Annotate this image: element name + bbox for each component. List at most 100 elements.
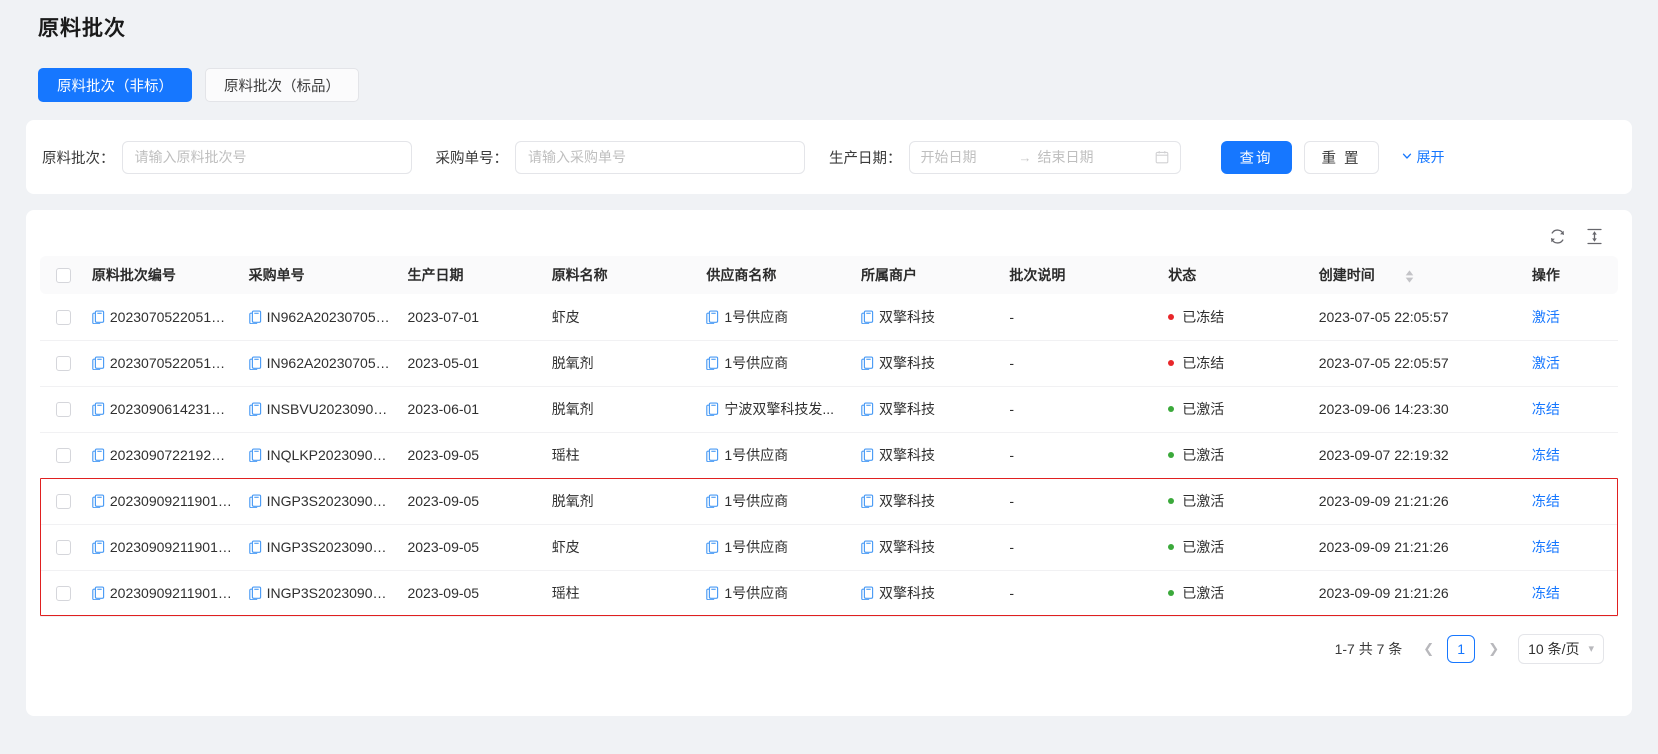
copy-icon[interactable] [92,448,105,462]
copy-icon[interactable] [861,402,874,416]
cell-merchant: 双擎科技 [853,478,1002,525]
table-row[interactable]: 20230909211901H... INGP3S202309092... 2023… [40,524,1618,571]
row-checkbox[interactable] [56,402,71,418]
copy-icon[interactable] [92,494,105,508]
row-action-link[interactable]: 冻结 [1532,401,1560,417]
copy-icon[interactable] [248,310,262,324]
row-action-link[interactable]: 冻结 [1532,493,1560,509]
expand-filters-toggle[interactable]: 展开 [1401,147,1445,167]
supplier-name-text: 1号供应商 [724,585,789,601]
search-button[interactable]: 查询 [1220,140,1292,174]
merchant-text: 双擎科技 [879,539,935,555]
refresh-icon[interactable] [1548,227,1567,246]
page-size-select[interactable]: 10 条/页 ▾ [1518,633,1604,664]
supplier-name-text: 宁波双擎科技发... [724,401,835,417]
cell-material-name: 脱氧剂 [543,478,699,525]
status-label: 已激活 [1182,493,1225,509]
row-height-icon[interactable] [1585,227,1604,246]
copy-icon[interactable] [248,494,262,508]
copy-icon[interactable] [706,356,719,370]
cell-status: 已冻结 [1160,340,1311,387]
table-row[interactable]: 20230907221925T... INQLKP202309072... 2023… [40,432,1618,479]
copy-icon[interactable] [248,402,262,416]
copy-icon[interactable] [861,448,874,462]
copy-icon[interactable] [861,310,874,324]
copy-icon[interactable] [92,310,105,324]
cell-actions: 冻结 [1523,386,1618,433]
row-action-link[interactable]: 激活 [1532,309,1560,325]
copy-icon[interactable] [706,448,719,462]
copy-icon[interactable] [861,586,874,600]
copy-icon[interactable] [248,540,262,554]
row-checkbox[interactable] [56,586,71,602]
table-row[interactable]: 20230909211901J... INGP3S202309092... 2023… [40,570,1618,617]
row-checkbox[interactable] [56,356,71,372]
copy-icon[interactable] [92,402,105,416]
copy-icon[interactable] [92,586,105,600]
row-checkbox[interactable] [56,540,71,556]
tab-raw-batch-standard[interactable]: 原料批次（标品） [205,68,359,102]
chevron-right-icon[interactable]: ❯ [1485,641,1502,657]
cell-material-name: 脱氧剂 [543,386,699,433]
tab-raw-batch-nonstandard[interactable]: 原料批次（非标） [38,68,192,102]
row-action-link[interactable]: 冻结 [1532,539,1560,555]
copy-icon[interactable] [706,310,719,324]
cell-batch-desc: - [1001,386,1161,433]
row-action-link[interactable]: 冻结 [1532,585,1560,601]
copy-icon[interactable] [706,402,719,416]
copy-icon[interactable] [248,586,262,600]
table-toolbar [40,210,1618,256]
table-row[interactable]: 20230909211901R... INGP3S202309092... 2023… [40,478,1618,525]
copy-icon[interactable] [861,494,874,508]
header-create-time[interactable]: 创建时间 [1310,256,1524,294]
table-row[interactable]: 202309061423170... INSBVU202309061... 2023… [40,386,1618,433]
copy-icon[interactable] [248,356,262,370]
supplier-name-text: 1号供应商 [724,308,789,325]
batch-input[interactable]: 请输入原料批次号 [121,140,412,174]
row-checkbox[interactable] [56,310,71,326]
cell-create-time: 2023-09-09 21:21:26 [1310,524,1524,571]
header-purchase-no: 采购单号 [240,256,400,294]
select-all-checkbox[interactable] [56,268,71,284]
copy-icon[interactable] [861,540,874,554]
copy-icon[interactable] [861,356,874,370]
supplier-name-text: 1号供应商 [724,447,789,463]
cell-actions: 冻结 [1523,524,1618,571]
copy-icon[interactable] [706,494,719,508]
purchase-input[interactable]: 请输入采购单号 [515,140,805,174]
prod-date-range-picker[interactable]: 开始日期 → 结束日期 [908,140,1181,174]
reset-button[interactable]: 重 置 [1303,140,1379,174]
batch-no-text: 202309061423170... [109,401,233,417]
cell-production-date: 2023-07-01 [399,294,544,341]
cell-merchant: 双擎科技 [853,294,1002,341]
date-end-input[interactable]: 结束日期 [1038,147,1130,167]
cell-create-time: 2023-09-09 21:21:26 [1310,478,1524,525]
cell-batch-desc: - [1001,524,1161,571]
copy-icon[interactable] [92,356,105,370]
cell-merchant: 双擎科技 [853,386,1002,433]
row-action-link[interactable]: 激活 [1532,355,1560,371]
date-start-input[interactable]: 开始日期 [921,147,1013,167]
copy-icon[interactable] [92,540,105,554]
copy-icon[interactable] [706,586,719,600]
copy-icon[interactable] [248,448,262,462]
sort-caret-icon[interactable] [1405,270,1414,283]
cell-purchase-no: INGP3S202309092... [240,478,400,525]
cell-status: 已激活 [1160,386,1311,433]
cell-create-time: 2023-07-05 22:05:57 [1310,294,1524,341]
row-checkbox[interactable] [56,448,71,464]
row-action-link[interactable]: 冻结 [1532,447,1560,463]
page-number-1[interactable]: 1 [1447,634,1476,663]
cell-batch-no: 20230907221925T... [83,432,241,479]
cell-purchase-no: IN962A202307052... [240,340,400,387]
row-select-cell [40,570,84,617]
table-row[interactable]: 20230705220513R... IN962A202307052... 2023… [40,294,1618,341]
table-body: 20230705220513R... IN962A202307052... 2023… [40,294,1618,617]
row-select-cell [40,432,84,479]
row-select-cell [40,524,84,571]
cell-material-name: 瑶柱 [543,570,699,617]
row-checkbox[interactable] [56,494,71,510]
table-row[interactable]: 20230705220513T... IN962A202307052... 2023… [40,340,1618,387]
copy-icon[interactable] [706,540,719,554]
chevron-left-icon[interactable]: ❮ [1420,641,1437,657]
